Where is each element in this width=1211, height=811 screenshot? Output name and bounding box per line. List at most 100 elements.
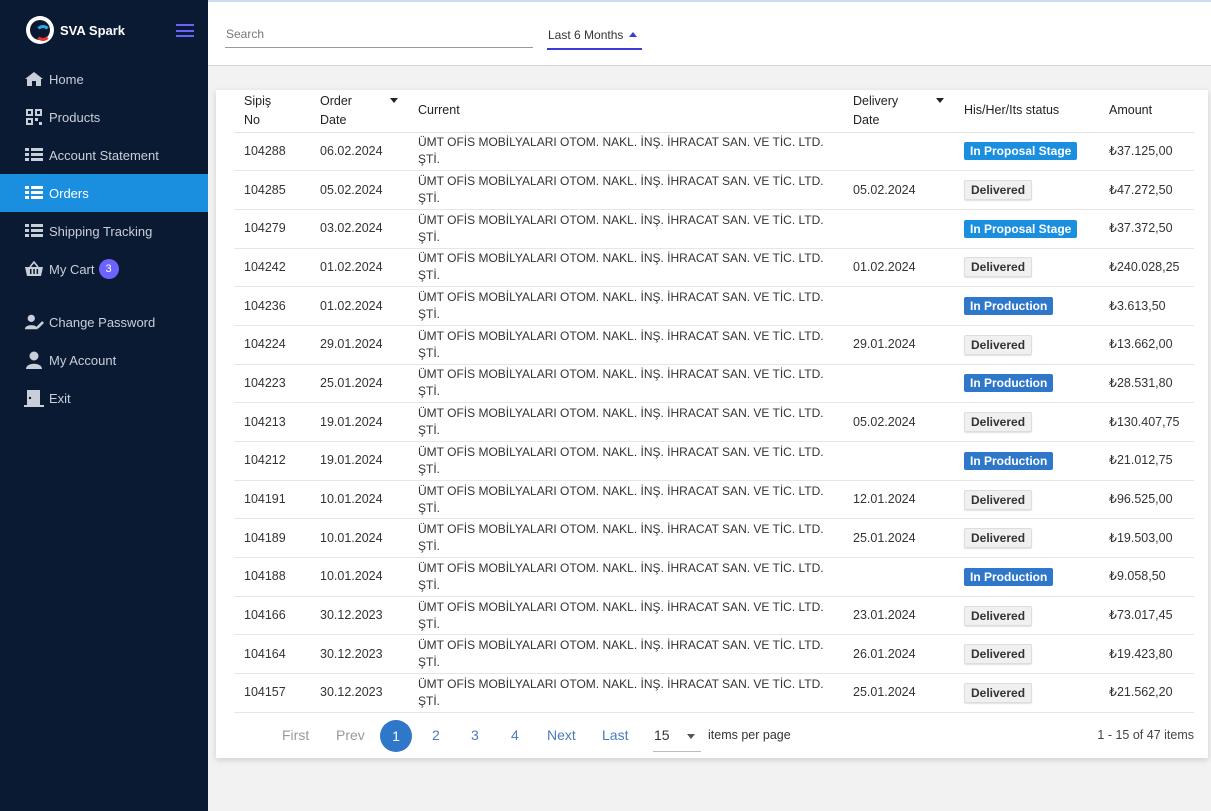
cell-order-date: 10.01.2024 (310, 518, 408, 559)
user-icon (24, 351, 44, 369)
cell-order-no: 104212 (234, 441, 310, 481)
table-row[interactable]: 104164 30.12.2023 ÜMT OFİS MOBİLYALARI OTO… (234, 634, 1194, 675)
column-header-label: Sipiş No (244, 93, 272, 127)
sort-down-icon[interactable] (936, 98, 944, 103)
pager-page-1[interactable]: 1 (380, 720, 412, 752)
caret-down-icon (687, 734, 695, 739)
cell-order-no: 104288 (234, 132, 310, 172)
table-header-row: Sipiş No Order Date Current Delivery Dat… (234, 90, 1194, 133)
search-input[interactable] (225, 24, 533, 48)
cell-order-no: 104242 (234, 248, 310, 288)
table-row[interactable]: 104191 10.01.2024 ÜMT OFİS MOBİLYALARI OTO… (234, 480, 1194, 520)
status-badge: Delivered (964, 489, 1033, 510)
pager-page-3[interactable]: 3 (471, 727, 479, 743)
pager-first-button[interactable]: First (282, 727, 309, 743)
cell-delivery-date: 26.01.2024 (843, 634, 954, 675)
table-row[interactable]: 104285 05.02.2024 ÜMT OFİS MOBİLYALARI OTO… (234, 170, 1194, 210)
sidebar-item-my-account[interactable]: My Account (0, 341, 208, 379)
sidebar-item-label: Exit (49, 390, 71, 406)
table-row[interactable]: 104242 01.02.2024 ÜMT OFİS MOBİLYALARI OTO… (234, 248, 1194, 288)
sidebar-item-label: Orders (49, 185, 89, 201)
cell-amount: ₺96.525,00 (1099, 480, 1194, 520)
pager-last-button[interactable]: Last (602, 727, 628, 743)
cell-current: ÜMT OFİS MOBİLYALARI OTOM. NAKL. İNŞ. İH… (408, 170, 843, 210)
table-row[interactable]: 104288 06.02.2024 ÜMT OFİS MOBİLYALARI OTO… (234, 132, 1194, 172)
cell-delivery-date (843, 441, 954, 481)
table-row[interactable]: 104223 25.01.2024 ÜMT OFİS MOBİLYALARI OTO… (234, 364, 1194, 404)
cell-order-no: 104224 (234, 325, 310, 365)
column-header-no[interactable]: Sipiş No (234, 90, 310, 133)
cell-order-date: 19.01.2024 (310, 441, 408, 481)
cell-order-date: 10.01.2024 (310, 480, 408, 520)
cell-order-date: 30.12.2023 (310, 673, 408, 713)
cell-status: Delivered (954, 480, 1099, 520)
items-per-page-select[interactable]: 15 (653, 720, 701, 752)
cell-order-no: 104213 (234, 402, 310, 442)
sidebar-item-orders[interactable]: Orders (0, 174, 208, 212)
pager-page-4[interactable]: 4 (511, 727, 519, 743)
column-header-amount[interactable]: Amount (1099, 90, 1194, 133)
cell-current: ÜMT OFİS MOBİLYALARI OTOM. NAKL. İNŞ. İH… (408, 248, 843, 288)
table-row[interactable]: 104157 30.12.2023 ÜMT OFİS MOBİLYALARI OTO… (234, 673, 1194, 713)
table-row[interactable]: 104188 10.01.2024 ÜMT OFİS MOBİLYALARI OTO… (234, 557, 1194, 597)
column-header-current[interactable]: Current (408, 90, 843, 133)
brand-logo-icon (26, 16, 54, 44)
column-header-order-date[interactable]: Order Date (310, 90, 408, 133)
cell-order-no: 104223 (234, 364, 310, 404)
cell-current: ÜMT OFİS MOBİLYALARI OTOM. NAKL. İNŞ. İH… (408, 209, 843, 249)
cell-order-date: 05.02.2024 (310, 170, 408, 210)
sidebar-item-exit[interactable]: Exit (0, 379, 208, 417)
status-badge: In Proposal Stage (964, 142, 1078, 161)
cell-current: ÜMT OFİS MOBİLYALARI OTOM. NAKL. İNŞ. İH… (408, 480, 843, 520)
pager-prev-button[interactable]: Prev (336, 727, 365, 743)
cell-current: ÜMT OFİS MOBİLYALARI OTOM. NAKL. İNŞ. İH… (408, 286, 843, 326)
cell-delivery-date: 25.01.2024 (843, 518, 954, 559)
table-row[interactable]: 104236 01.02.2024 ÜMT OFİS MOBİLYALARI OTO… (234, 286, 1194, 326)
column-header-status[interactable]: His/Her/Its status (954, 90, 1099, 133)
cell-order-no: 104166 (234, 596, 310, 636)
sidebar-item-account-statement[interactable]: Account Statement (0, 136, 208, 174)
sidebar-item-shipping-tracking[interactable]: Shipping Tracking (0, 212, 208, 250)
table-row[interactable]: 104279 03.02.2024 ÜMT OFİS MOBİLYALARI OTO… (234, 209, 1194, 249)
brand: SVA Spark (0, 0, 208, 60)
status-badge: Delivered (964, 605, 1033, 626)
column-header-label: Delivery Date (853, 93, 899, 127)
cell-order-date: 25.01.2024 (310, 364, 408, 404)
status-badge: Delivered (964, 334, 1033, 355)
menu-toggle-icon[interactable] (176, 24, 194, 37)
sidebar-item-label: Change Password (49, 314, 156, 330)
cell-order-date: 06.02.2024 (310, 132, 408, 172)
sidebar-item-change-password[interactable]: Change Password (0, 303, 208, 341)
status-badge: In Production (964, 297, 1054, 316)
cell-amount: ₺28.531,80 (1099, 364, 1194, 404)
table-row[interactable]: 104189 10.01.2024 ÜMT OFİS MOBİLYALARI OTO… (234, 518, 1194, 559)
cell-current: ÜMT OFİS MOBİLYALARI OTOM. NAKL. İNŞ. İH… (408, 132, 843, 172)
pager-page-2[interactable]: 2 (432, 727, 440, 743)
table-row[interactable]: 104224 29.01.2024 ÜMT OFİS MOBİLYALARI OTO… (234, 325, 1194, 365)
items-per-page-label: items per page (708, 728, 791, 742)
cell-order-no: 104285 (234, 170, 310, 210)
table-row[interactable]: 104212 19.01.2024 ÜMT OFİS MOBİLYALARI OTO… (234, 441, 1194, 481)
table-row[interactable]: 104213 19.01.2024 ÜMT OFİS MOBİLYALARI OTO… (234, 402, 1194, 442)
status-badge: Delivered (964, 644, 1033, 665)
cell-delivery-date (843, 286, 954, 326)
cell-delivery-date (843, 557, 954, 597)
cell-order-date: 01.02.2024 (310, 248, 408, 288)
cell-order-date: 29.01.2024 (310, 325, 408, 365)
pager-next-button[interactable]: Next (547, 727, 576, 743)
sidebar-item-home[interactable]: Home (0, 60, 208, 98)
sidebar-item-label: Home (49, 71, 84, 87)
cell-status: In Production (954, 364, 1099, 404)
cell-amount: ₺21.562,20 (1099, 673, 1194, 713)
cell-amount: ₺47.272,50 (1099, 170, 1194, 210)
cell-status: In Proposal Stage (954, 209, 1099, 249)
orders-table: Sipiş No Order Date Current Delivery Dat… (234, 90, 1194, 713)
sidebar-item-my-cart[interactable]: My Cart 3 (0, 250, 208, 288)
sidebar-item-products[interactable]: Products (0, 98, 208, 136)
sort-down-icon[interactable] (390, 98, 398, 103)
table-row[interactable]: 104166 30.12.2023 ÜMT OFİS MOBİLYALARI OTO… (234, 596, 1194, 636)
period-select[interactable]: Last 6 Months (547, 26, 642, 50)
cell-delivery-date: 29.01.2024 (843, 325, 954, 365)
column-header-delivery-date[interactable]: Delivery Date (843, 90, 954, 133)
